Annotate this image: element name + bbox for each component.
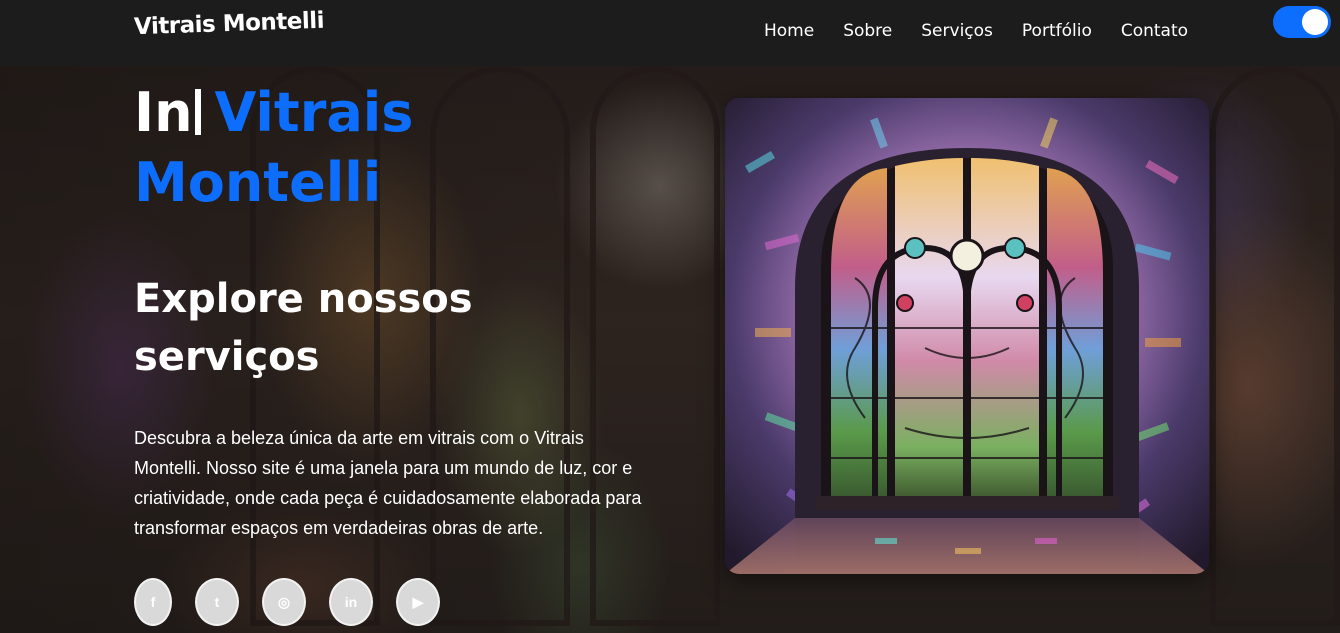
hero-title-prefix: In [134, 81, 193, 144]
nav-link-home[interactable]: Home [764, 19, 814, 43]
linkedin-glyph: in [344, 594, 358, 610]
youtube-glyph: ▶ [412, 593, 424, 610]
nav-link-sobre[interactable]: Sobre [843, 19, 892, 43]
hero-description: Descubra a beleza única da arte em vitra… [134, 428, 642, 538]
youtube-icon[interactable]: ▶ [396, 578, 440, 626]
linkedin-icon[interactable]: in [329, 578, 373, 626]
site-logo[interactable]: Vitrais Montelli [134, 8, 325, 41]
nav-link-contato[interactable]: Contato [1121, 19, 1188, 43]
hero-title: In Vitrais Montelli [134, 78, 514, 218]
nav-link-servicos[interactable]: Serviços [921, 19, 993, 43]
theme-toggle[interactable] [1273, 6, 1331, 38]
facebook-icon[interactable]: f [134, 578, 172, 626]
nav-link-portfolio[interactable]: Portfólio [1022, 19, 1092, 43]
twitter-icon[interactable]: t [195, 578, 239, 626]
toggle-knob [1302, 9, 1328, 35]
typing-cursor [194, 89, 201, 135]
twitter-glyph: t [214, 594, 220, 610]
main-nav: Home Sobre Serviços Portfólio Contato [764, 19, 1188, 43]
instagram-glyph: ◎ [277, 593, 291, 610]
instagram-icon[interactable]: ◎ [262, 578, 306, 626]
social-links: f t ◎ in ▶ [134, 578, 463, 626]
hero-subtitle: Explore nossos serviços [134, 276, 473, 380]
hero-image [725, 98, 1209, 574]
stained-glass-window-image [725, 98, 1209, 574]
site-header: Vitrais Montelli Home Sobre Serviços Por… [0, 0, 1340, 66]
facebook-glyph: f [150, 594, 156, 610]
